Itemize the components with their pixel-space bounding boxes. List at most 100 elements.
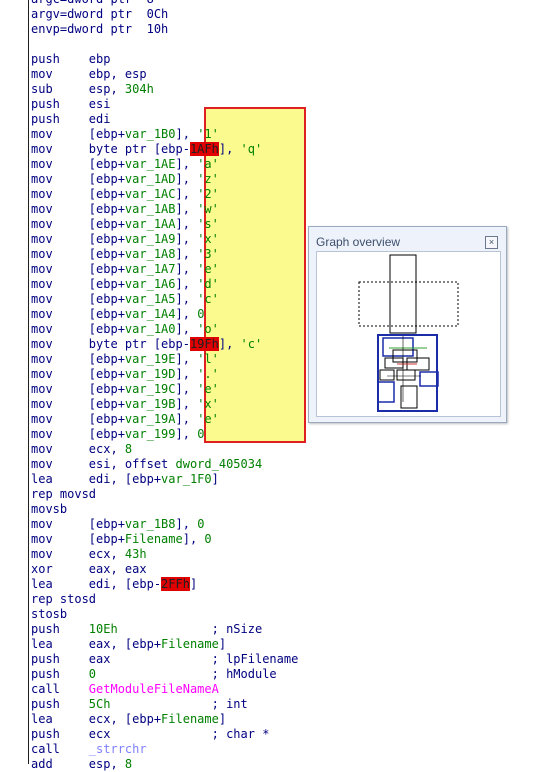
disasm-line[interactable] bbox=[31, 37, 298, 52]
disasm-line[interactable]: call GetModuleFileNameA bbox=[31, 682, 298, 697]
disasm-line[interactable]: lea edi, [ebp-2FFh] bbox=[31, 577, 298, 592]
disasm-line[interactable]: push eax ; lpFilename bbox=[31, 652, 298, 667]
operand: 'd' bbox=[197, 277, 219, 291]
disasm-line[interactable]: mov [ebp+Filename], 0 bbox=[31, 532, 298, 547]
operand[interactable]: var_1AE bbox=[125, 157, 176, 171]
operand[interactable]: var_19C bbox=[125, 382, 176, 396]
operand[interactable]: var_1A6 bbox=[125, 277, 176, 291]
disasm-line[interactable]: mov [ebp+var_19A], 'e' bbox=[31, 412, 298, 427]
operand[interactable]: var_199 bbox=[125, 427, 176, 441]
operand[interactable]: var_1A0 bbox=[125, 322, 176, 336]
mnemonic: mov bbox=[31, 517, 89, 531]
disasm-line[interactable]: mov [ebp+var_1A5], 'c' bbox=[31, 292, 298, 307]
operand[interactable]: Filename bbox=[161, 637, 219, 651]
disasm-line[interactable]: lea ecx, [ebp+Filename] bbox=[31, 712, 298, 727]
operand[interactable]: var_1B0 bbox=[125, 127, 176, 141]
operand[interactable]: var_1AC bbox=[125, 187, 176, 201]
disassembly-listing[interactable]: argc=dword ptr 8argv=dword ptr 0Chenvp=d… bbox=[31, 0, 298, 772]
disasm-line[interactable]: rep stosd bbox=[31, 592, 298, 607]
disasm-line[interactable]: mov [ebp+var_1A7], 'e' bbox=[31, 262, 298, 277]
function-ref[interactable]: GetModuleFileNameA bbox=[89, 682, 219, 696]
disasm-line[interactable]: push 0 ; hModule bbox=[31, 667, 298, 682]
mnemonic: mov bbox=[31, 232, 89, 246]
operand: [ebp+ bbox=[88, 157, 125, 171]
operand: 's' bbox=[197, 217, 219, 231]
mnemonic: xor bbox=[31, 562, 89, 576]
disasm-line[interactable]: mov [ebp+var_19C], 'e' bbox=[31, 382, 298, 397]
disasm-line[interactable]: mov esi, offset dword_405034 bbox=[31, 457, 298, 472]
mnemonic: call bbox=[31, 742, 89, 756]
disasm-line[interactable]: mov [ebp+var_1A6], 'd' bbox=[31, 277, 298, 292]
disasm-line[interactable]: lea eax, [ebp+Filename] bbox=[31, 637, 298, 652]
disasm-line[interactable]: argv=dword ptr 0Ch bbox=[31, 7, 298, 22]
graph-overview-canvas[interactable] bbox=[316, 251, 501, 417]
function-ref[interactable]: _strrchr bbox=[89, 742, 147, 756]
operand[interactable]: var_1AD bbox=[125, 172, 176, 186]
operand[interactable]: var_1A8 bbox=[125, 247, 176, 261]
disasm-line[interactable]: push 5Ch ; int bbox=[31, 697, 298, 712]
close-icon[interactable]: × bbox=[485, 236, 498, 249]
disasm-line[interactable]: movsb bbox=[31, 502, 298, 517]
disasm-line[interactable]: stosb bbox=[31, 607, 298, 622]
operand[interactable]: var_1A7 bbox=[125, 262, 176, 276]
disasm-line[interactable]: mov ebp, esp bbox=[31, 67, 298, 82]
operand[interactable]: var_19A bbox=[125, 412, 176, 426]
disasm-line[interactable]: push ecx ; char * bbox=[31, 727, 298, 742]
mnemonic: push bbox=[31, 652, 89, 666]
disasm-line[interactable]: mov ecx, 43h bbox=[31, 547, 298, 562]
operand[interactable]: var_1B8 bbox=[125, 517, 176, 531]
disasm-line[interactable]: mov [ebp+var_1A8], '3' bbox=[31, 247, 298, 262]
operand: ; int bbox=[110, 697, 248, 711]
operand: esi, offset bbox=[88, 457, 176, 471]
operand: ], bbox=[175, 202, 198, 216]
disasm-line[interactable]: mov [ebp+var_19D], '.' bbox=[31, 367, 298, 382]
disasm-line[interactable]: mov [ebp+var_1B8], 0 bbox=[31, 517, 298, 532]
disasm-line[interactable]: mov [ebp+var_1AC], '2' bbox=[31, 187, 298, 202]
disasm-line[interactable]: push ebp bbox=[31, 52, 298, 67]
disasm-line[interactable]: mov [ebp+var_1A0], 'o' bbox=[31, 322, 298, 337]
operand[interactable]: Filename bbox=[161, 712, 219, 726]
disasm-line[interactable]: mov [ebp+var_19B], 'x' bbox=[31, 397, 298, 412]
operand[interactable]: var_1F0 bbox=[161, 472, 212, 486]
disasm-line[interactable]: mov [ebp+var_1AE], 'a' bbox=[31, 157, 298, 172]
operand: ], bbox=[175, 352, 198, 366]
disasm-line[interactable]: mov ecx, 8 bbox=[31, 442, 298, 457]
disasm-line[interactable]: mov byte ptr [ebp-19Fh], 'c' bbox=[31, 337, 298, 352]
operand[interactable]: var_19D bbox=[125, 367, 176, 381]
disasm-line[interactable]: mov [ebp+var_1AD], 'z' bbox=[31, 172, 298, 187]
disasm-line[interactable]: mov [ebp+var_1AB], 'w' bbox=[31, 202, 298, 217]
operand[interactable]: var_1A9 bbox=[125, 232, 176, 246]
operand: [ebp+ bbox=[88, 322, 125, 336]
disasm-line[interactable]: rep movsd bbox=[31, 487, 298, 502]
disasm-line[interactable]: mov [ebp+var_1A4], 0 bbox=[31, 307, 298, 322]
disasm-line[interactable]: lea edi, [ebp+var_1F0] bbox=[31, 472, 298, 487]
disasm-line[interactable]: push edi bbox=[31, 112, 298, 127]
disasm-line[interactable]: push esi bbox=[31, 97, 298, 112]
disasm-line[interactable]: xor eax, eax bbox=[31, 562, 298, 577]
operand[interactable]: var_1A4 bbox=[125, 307, 176, 321]
disasm-line[interactable]: mov [ebp+var_19E], 'l' bbox=[31, 352, 298, 367]
disasm-line[interactable]: call _strrchr bbox=[31, 742, 298, 757]
operand[interactable]: dword_405034 bbox=[176, 457, 263, 471]
operand[interactable]: var_1AA bbox=[125, 217, 176, 231]
disasm-line[interactable]: push 10Eh ; nSize bbox=[31, 622, 298, 637]
graph-overview-panel[interactable]: Graph overview × bbox=[308, 226, 507, 423]
disasm-line[interactable]: sub esp, 304h bbox=[31, 82, 298, 97]
disasm-line[interactable]: add esp, 8 bbox=[31, 757, 298, 772]
operand[interactable]: Filename bbox=[125, 532, 183, 546]
operand: [ebp+ bbox=[88, 517, 125, 531]
disasm-line[interactable]: mov [ebp+var_199], 0 bbox=[31, 427, 298, 442]
operand[interactable]: var_1A5 bbox=[125, 292, 176, 306]
operand[interactable]: var_19E bbox=[125, 352, 176, 366]
disasm-line[interactable]: argc=dword ptr 8 bbox=[31, 0, 298, 7]
disasm-line[interactable]: mov [ebp+var_1A9], 'x' bbox=[31, 232, 298, 247]
disasm-line[interactable]: mov [ebp+var_1AA], 's' bbox=[31, 217, 298, 232]
operand[interactable]: var_19B bbox=[125, 397, 176, 411]
operand[interactable]: var_1AB bbox=[125, 202, 176, 216]
mnemonic: mov bbox=[31, 547, 89, 561]
disasm-line[interactable]: mov [ebp+var_1B0], '1' bbox=[31, 127, 298, 142]
operand: [ebp+ bbox=[88, 277, 125, 291]
disasm-line[interactable]: envp=dword ptr 10h bbox=[31, 22, 298, 37]
disasm-line[interactable]: mov byte ptr [ebp-1AFh], 'q' bbox=[31, 142, 298, 157]
operand: '2' bbox=[197, 187, 219, 201]
